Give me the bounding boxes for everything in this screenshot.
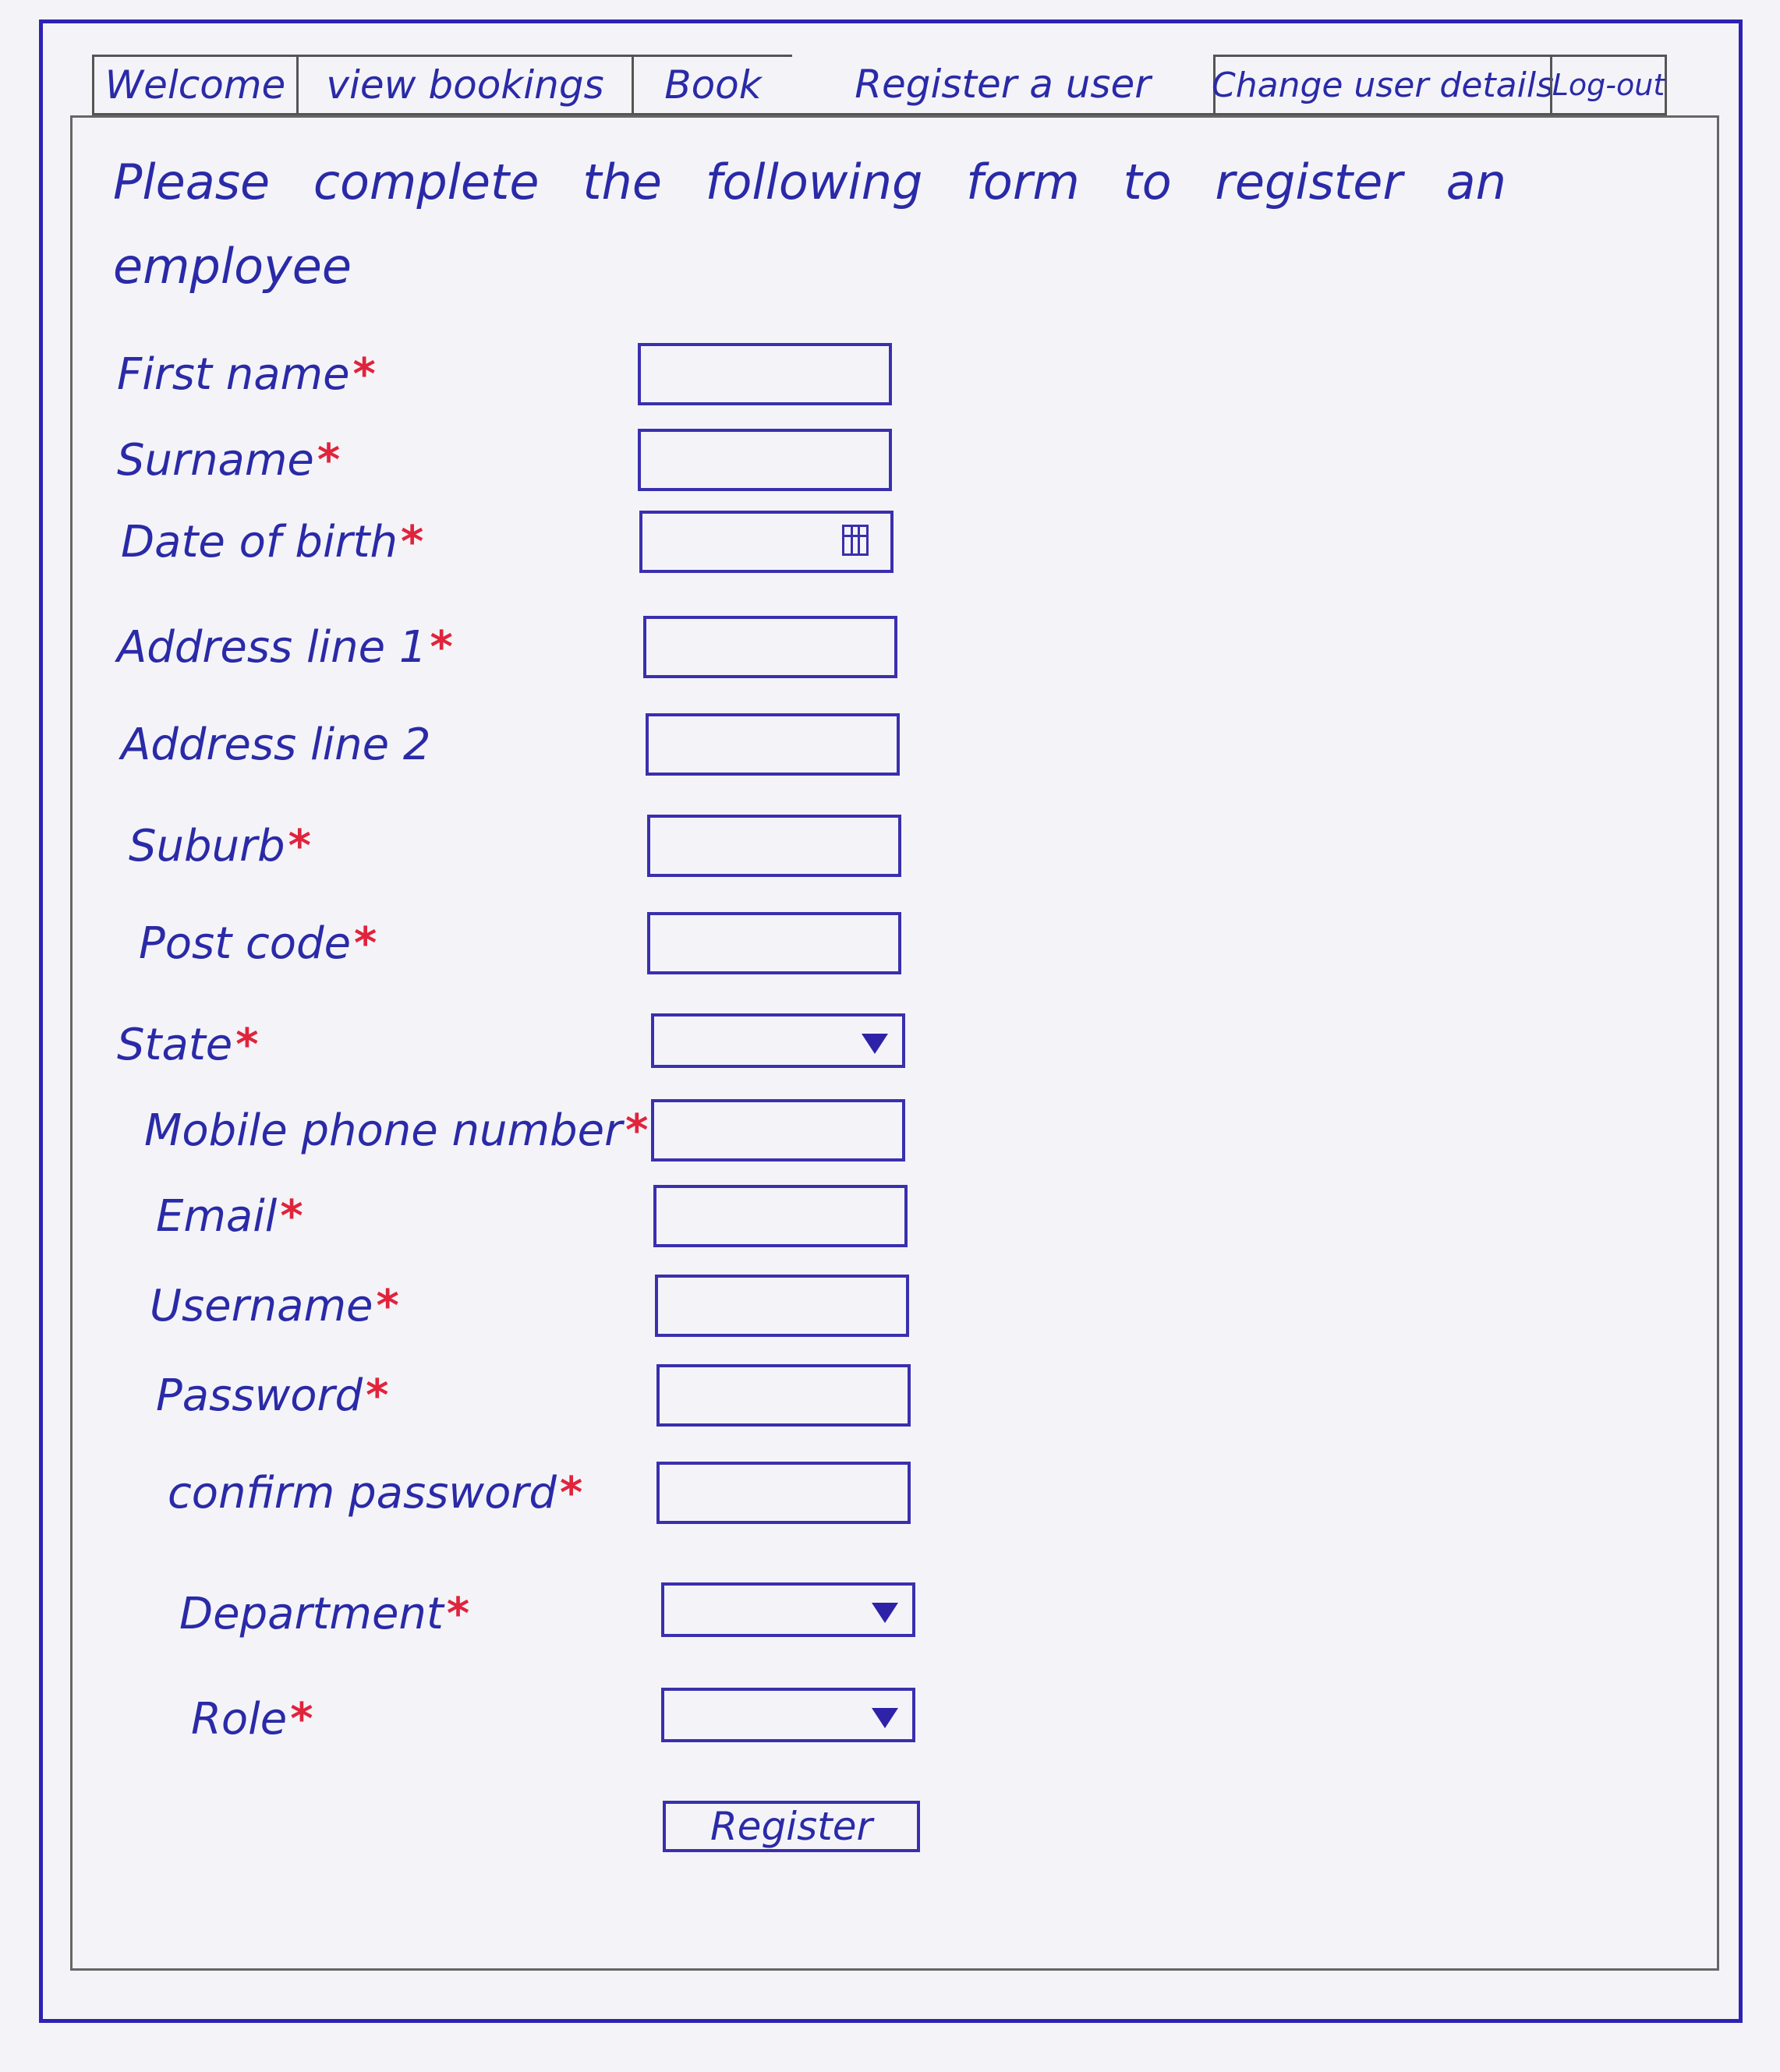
tab-book[interactable]: Book — [632, 55, 792, 115]
required-asterisk: * — [235, 1020, 259, 1070]
first-name-label: First name* — [117, 349, 376, 400]
required-asterisk: * — [280, 1191, 303, 1242]
address-line-2-label-text: Address line 2 — [121, 720, 431, 770]
username-input[interactable] — [655, 1275, 909, 1337]
suburb-label-text: Suburb — [129, 821, 285, 872]
required-asterisk: * — [366, 1370, 389, 1421]
first-name-input[interactable] — [638, 343, 892, 405]
tab-log-out[interactable]: Log-out — [1550, 55, 1667, 115]
surname-label-text: Surname — [117, 435, 314, 486]
username-label-text: Username — [150, 1281, 373, 1331]
role-select[interactable] — [661, 1688, 915, 1742]
required-asterisk: * — [317, 435, 341, 486]
confirm-password-label: confirm password* — [168, 1468, 582, 1519]
required-asterisk: * — [446, 1589, 470, 1639]
required-asterisk: * — [559, 1468, 583, 1519]
form-instructions: Please complete the following form to re… — [113, 154, 1506, 295]
state-label: State* — [117, 1020, 259, 1070]
surname-input[interactable] — [638, 429, 892, 491]
password-label: Password* — [156, 1370, 388, 1421]
state-label-text: State — [117, 1020, 233, 1070]
chevron-down-icon[interactable] — [862, 1034, 888, 1054]
date-of-birth-label-text: Date of birth — [121, 517, 398, 568]
required-asterisk: * — [352, 349, 376, 400]
username-label: Username* — [150, 1281, 399, 1331]
first-name-label-text: First name — [117, 349, 350, 400]
password-label-text: Password — [156, 1370, 363, 1421]
address-line-2-label: Address line 2 — [121, 720, 431, 770]
department-select[interactable] — [661, 1582, 915, 1637]
required-asterisk: * — [354, 918, 377, 969]
post-code-input[interactable] — [647, 912, 901, 974]
tab-register-a-user[interactable]: Register a user — [792, 55, 1213, 115]
password-password-input[interactable] — [656, 1364, 911, 1427]
tab-view-bookings[interactable]: view bookings — [296, 55, 632, 115]
mobile-phone-number-label: Mobile phone number* — [144, 1105, 648, 1156]
suburb-input[interactable] — [647, 815, 901, 877]
email-label-text: Email — [156, 1191, 278, 1242]
confirm-password-label-text: confirm password — [168, 1468, 557, 1519]
required-asterisk: * — [625, 1105, 649, 1156]
required-asterisk: * — [290, 1694, 313, 1745]
department-label: Department* — [179, 1589, 469, 1639]
required-asterisk: * — [376, 1281, 399, 1331]
department-label-text: Department — [179, 1589, 444, 1639]
tab-bar: Welcome view bookings Book Register a us… — [92, 55, 1667, 115]
calendar-icon[interactable] — [842, 525, 869, 556]
email-input[interactable] — [653, 1185, 908, 1247]
address-line-2-input[interactable] — [646, 713, 900, 776]
chevron-down-icon[interactable] — [872, 1603, 898, 1623]
post-code-label-text: Post code — [139, 918, 352, 969]
confirm-password-password-input[interactable] — [656, 1462, 911, 1524]
required-asterisk: * — [288, 821, 311, 872]
state-select[interactable] — [651, 1013, 905, 1068]
required-asterisk: * — [430, 622, 453, 673]
role-label: Role* — [191, 1694, 313, 1745]
address-line-1-input[interactable] — [643, 616, 897, 678]
role-label-text: Role — [191, 1694, 288, 1745]
date-of-birth-label: Date of birth* — [121, 517, 423, 568]
address-line-1-label-text: Address line 1 — [117, 622, 427, 673]
email-label: Email* — [156, 1191, 303, 1242]
date-of-birth-date-input[interactable] — [639, 511, 894, 573]
surname-label: Surname* — [117, 435, 340, 486]
tab-change-user-details[interactable]: Change user details — [1212, 55, 1554, 115]
mobile-phone-number-label-text: Mobile phone number — [144, 1105, 623, 1156]
address-line-1-label: Address line 1* — [117, 622, 453, 673]
mobile-phone-number-input[interactable] — [651, 1099, 905, 1162]
required-asterisk: * — [401, 517, 424, 568]
suburb-label: Suburb* — [129, 821, 311, 872]
chevron-down-icon[interactable] — [872, 1708, 898, 1728]
register-button[interactable]: Register — [663, 1801, 920, 1852]
post-code-label: Post code* — [139, 918, 377, 969]
tab-welcome[interactable]: Welcome — [92, 55, 296, 115]
